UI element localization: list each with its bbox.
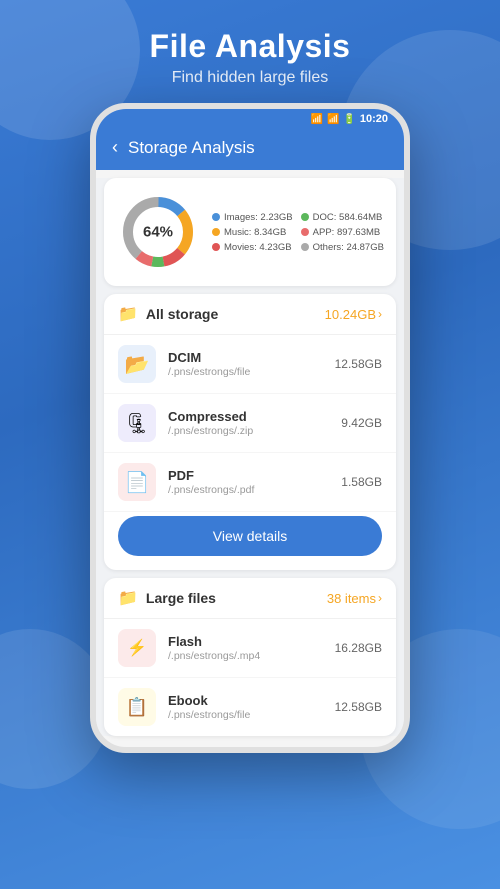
ebook-icon-wrap: 📋 [118,688,156,726]
pdf-icon: 📄 [125,470,150,495]
pdf-path: /.pns/estrongs/.pdf [168,484,329,496]
large-files-header-left: 📁 Large files [118,588,216,608]
ebook-path: /.pns/estrongs/file [168,709,323,721]
chart-inner: 64% Images: 2.23GB DOC: 584.64MB Music: … [118,192,382,272]
flash-info: Flash /.pns/estrongs/.mp4 [168,634,323,662]
legend-item: APP: 897.63MB [301,227,384,238]
dcim-icon: 📂 [125,352,150,377]
legend-dot [301,228,309,236]
pdf-icon-wrap: 📄 [118,463,156,501]
legend-item: Movies: 4.23GB [212,242,293,253]
pdf-info: PDF /.pns/estrongs/.pdf [168,468,329,496]
large-files-count: 38 items [327,591,376,606]
legend-item: Images: 2.23GB [212,212,293,223]
dcim-size: 12.58GB [335,357,382,371]
wifi-icon: 📶 [311,114,323,125]
all-storage-header-left: 📁 All storage [118,304,218,324]
top-bar: ‹ Storage Analysis [96,129,404,170]
all-storage-chevron: › [378,307,382,321]
legend-dot [212,243,220,251]
compressed-path: /.pns/estrongs/.zip [168,425,329,437]
large-files-icon: 📁 [118,588,138,608]
phone-frame: 📶 📶 🔋 10:20 ‹ Storage Analysis [90,103,410,753]
all-storage-size: 10.24GB [325,307,376,322]
legend-dot [301,213,309,221]
all-storage-header: 📁 All storage 10.24GB › [104,294,396,335]
page-title: File Analysis [0,28,500,65]
compressed-info: Compressed /.pns/estrongs/.zip [168,409,329,437]
compressed-size: 9.42GB [341,416,382,430]
donut-percentage: 64% [143,224,173,241]
all-storage-icon: 📁 [118,304,138,324]
large-files-header: 📁 Large files 38 items › [104,578,396,619]
flash-path: /.pns/estrongs/.mp4 [168,650,323,662]
file-item-dcim[interactable]: 📂 DCIM /.pns/estrongs/file 12.58GB [104,335,396,394]
legend-label: Images: 2.23GB [224,212,293,223]
page-subtitle: Find hidden large files [0,69,500,87]
large-files-chevron: › [378,591,382,605]
legend-label: DOC: 584.64MB [313,212,383,223]
status-bar: 📶 📶 🔋 10:20 [96,109,404,129]
dcim-path: /.pns/estrongs/file [168,366,323,378]
legend-dot [212,213,220,221]
legend-item: Music: 8.34GB [212,227,293,238]
file-item-pdf[interactable]: 📄 PDF /.pns/estrongs/.pdf 1.58GB [104,453,396,512]
chart-legend: Images: 2.23GB DOC: 584.64MB Music: 8.34… [212,212,384,253]
legend-label: Movies: 4.23GB [224,242,292,253]
chart-card: 64% Images: 2.23GB DOC: 584.64MB Music: … [104,178,396,286]
legend-item: Others: 24.87GB [301,242,384,253]
file-item-compressed[interactable]: 🗜 Compressed /.pns/estrongs/.zip 9.42GB [104,394,396,453]
page-header: File Analysis Find hidden large files [0,0,500,103]
dcim-icon-wrap: 📂 [118,345,156,383]
compressed-name: Compressed [168,409,329,424]
status-icons: 📶 📶 🔋 10:20 [311,113,389,125]
legend-label: APP: 897.63MB [313,227,381,238]
compressed-icon-wrap: 🗜 [118,404,156,442]
pdf-name: PDF [168,468,329,483]
file-item-flash[interactable]: ⚡ Flash /.pns/estrongs/.mp4 16.28GB [104,619,396,678]
flash-name: Flash [168,634,323,649]
ebook-icon: 📋 [126,697,148,718]
status-time: 10:20 [360,113,388,125]
battery-icon: 🔋 [343,114,355,125]
legend-dot [301,243,309,251]
dcim-name: DCIM [168,350,323,365]
all-storage-title: All storage [146,306,218,322]
ebook-info: Ebook /.pns/estrongs/file [168,693,323,721]
legend-dot [212,228,220,236]
back-button[interactable]: ‹ [112,137,118,158]
large-files-meta[interactable]: 38 items › [327,591,382,606]
flash-size: 16.28GB [335,641,382,655]
legend-item: DOC: 584.64MB [301,212,384,223]
top-bar-title: Storage Analysis [128,138,255,158]
legend-label: Music: 8.34GB [224,227,286,238]
large-files-title: Large files [146,590,216,606]
phone-mockup: 📶 📶 🔋 10:20 ‹ Storage Analysis [0,103,500,753]
pdf-size: 1.58GB [341,475,382,489]
ebook-size: 12.58GB [335,700,382,714]
flash-icon-wrap: ⚡ [118,629,156,667]
legend-label: Others: 24.87GB [313,242,384,253]
flash-icon: ⚡ [127,638,147,658]
all-storage-meta[interactable]: 10.24GB › [325,307,382,322]
compressed-icon: 🗜 [124,411,149,436]
large-files-card: 📁 Large files 38 items › ⚡ Flash [104,578,396,736]
dcim-info: DCIM /.pns/estrongs/file [168,350,323,378]
signal-icon: 📶 [327,114,339,125]
all-storage-card: 📁 All storage 10.24GB › 📂 DCIM / [104,294,396,570]
view-details-button[interactable]: View details [118,516,382,556]
file-item-ebook[interactable]: 📋 Ebook /.pns/estrongs/file 12.58GB [104,678,396,736]
donut-container: 64% [118,192,198,272]
content-area: 64% Images: 2.23GB DOC: 584.64MB Music: … [96,178,404,736]
ebook-name: Ebook [168,693,323,708]
